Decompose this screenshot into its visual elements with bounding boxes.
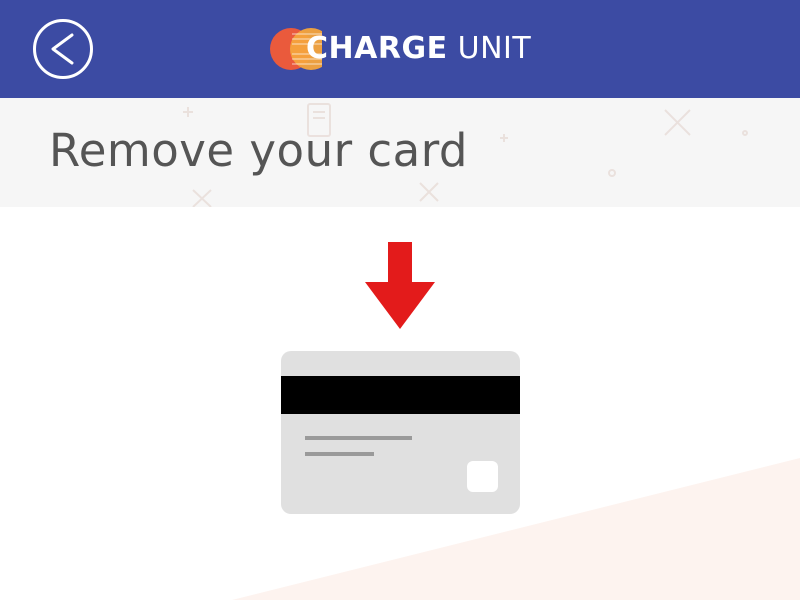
signature-line: [305, 436, 412, 440]
header-bar: CHARGE UNIT: [0, 0, 800, 98]
charge-unit-logo: CHARGE UNIT: [270, 26, 531, 72]
page-title: Remove your card: [49, 124, 468, 177]
magnetic-stripe: [281, 376, 520, 414]
arrow-down-icon: [365, 242, 435, 329]
logo-text: CHARGE UNIT: [306, 26, 531, 72]
back-button[interactable]: [33, 19, 93, 79]
chevron-left-icon: [51, 33, 74, 65]
logo-text-bold: CHARGE: [306, 31, 448, 66]
credit-card-back-icon: [281, 351, 520, 514]
signature-line: [305, 452, 374, 456]
title-band: Remove your card: [0, 98, 800, 207]
cvv-box: [467, 461, 498, 492]
logo-text-light: UNIT: [457, 31, 532, 66]
remove-card-screen: CHARGE UNIT Remove your card: [0, 0, 800, 600]
